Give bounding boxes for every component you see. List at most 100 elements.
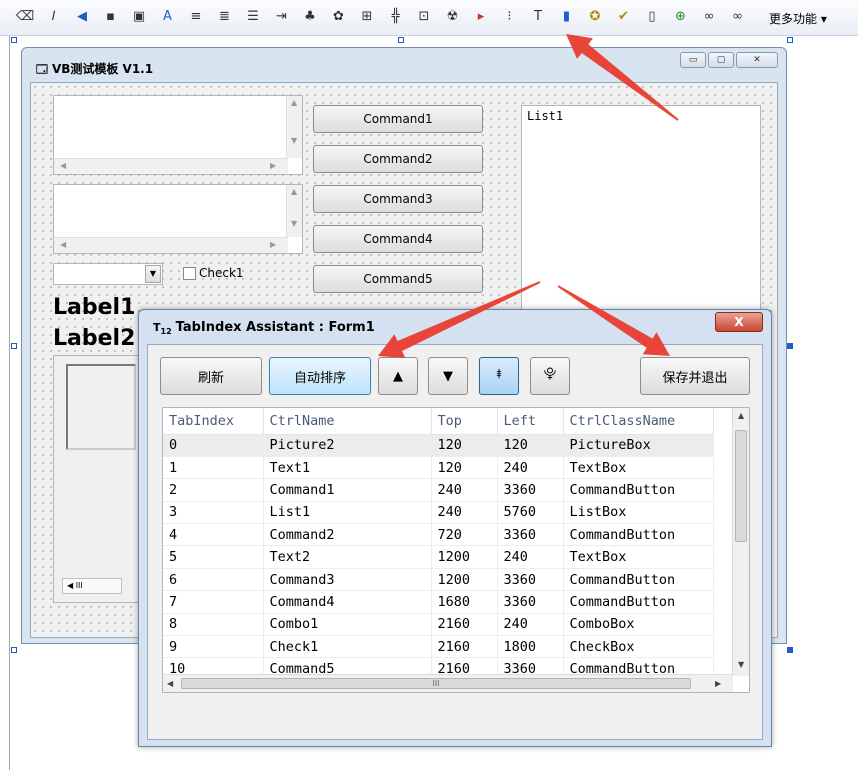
scroll-thumb[interactable]: III xyxy=(181,678,691,689)
tree-icon[interactable]: ♣ xyxy=(301,8,319,26)
scroll-thumb[interactable] xyxy=(735,430,747,542)
document-icon[interactable]: ▯ xyxy=(643,8,661,26)
grid-vertical-scrollbar[interactable]: ▲ ▼ xyxy=(732,408,749,676)
tabindex-grid[interactable]: TabIndex CtrlName Top Left CtrlClassName… xyxy=(162,407,750,693)
folder-star-icon[interactable]: ✪ xyxy=(586,8,604,26)
tabindex-icon[interactable]: T xyxy=(529,8,547,26)
selection-handle[interactable] xyxy=(11,647,17,653)
selection-handle[interactable] xyxy=(11,37,17,43)
grid-icon[interactable]: ⊞ xyxy=(358,8,376,26)
move-top-button[interactable]: ⯒ xyxy=(479,357,519,395)
command3-button[interactable]: Command3 xyxy=(313,185,483,213)
crosshair-icon[interactable]: ╬ xyxy=(387,8,405,26)
chevron-down-icon[interactable]: ▼ xyxy=(145,265,161,283)
play-icon[interactable]: ▸ xyxy=(472,8,490,26)
close-button[interactable]: ✕ xyxy=(736,52,778,68)
column-header[interactable]: CtrlName xyxy=(263,408,432,435)
column-header[interactable]: TabIndex xyxy=(163,408,264,435)
align-icon[interactable]: ≡ xyxy=(187,8,205,26)
debug-icon[interactable]: ☢ xyxy=(444,8,462,26)
more-functions-menu[interactable]: 更多功能 ▾ xyxy=(769,10,827,27)
table-row[interactable]: 8 Combo1 2160 240 ComboBox xyxy=(163,613,714,637)
table-cell: 2160 xyxy=(431,635,498,659)
table-cell: 3360 xyxy=(497,568,564,592)
table-row[interactable]: 3 List1 240 5760 ListBox xyxy=(163,501,714,525)
command2-button[interactable]: Command2 xyxy=(313,145,483,173)
minimize-button[interactable]: ▭ xyxy=(680,52,706,68)
table-cell: 8 xyxy=(163,613,264,637)
grid-horizontal-scrollbar[interactable]: ◀ III ▶ xyxy=(163,674,733,692)
command1-button[interactable]: Command1 xyxy=(313,105,483,133)
column-header[interactable]: CtrlClassName xyxy=(563,408,714,435)
move-up-button[interactable]: ▲ xyxy=(378,357,418,395)
selection-handle[interactable] xyxy=(11,343,17,349)
left-rail xyxy=(0,36,10,770)
tabindex-icon: T12 xyxy=(153,321,172,337)
binoculars-2-icon[interactable]: ∞ xyxy=(729,8,747,26)
list-icon[interactable]: ☰ xyxy=(244,8,262,26)
add-document-icon[interactable]: ⊕ xyxy=(672,8,690,26)
selection-handle[interactable] xyxy=(398,37,404,43)
save-all-icon[interactable]: ▣ xyxy=(130,8,148,26)
italic-icon[interactable]: 𝐼 xyxy=(45,8,63,26)
toolbar: ⌫ 𝐼 ◀ ▪ ▣ A ≡ ≣ ☰ ⇥ ♣ ✿ ⊞ ╬ ⊡ ☢ ▸ ⁝ T ▮ ✪ ✔ ▯ ⊕ ∞ ∞ 更多功能 ▾ xyxy=(0,0,858,36)
refresh-button[interactable]: 刷新 xyxy=(160,357,262,395)
bookmark-icon[interactable]: ▮ xyxy=(558,8,576,26)
table-cell: 9 xyxy=(163,635,264,659)
frame-icon[interactable]: ⊡ xyxy=(415,8,433,26)
folder-check-icon[interactable]: ✔ xyxy=(615,8,633,26)
table-row[interactable]: 2 Command1 240 3360 CommandButton xyxy=(163,478,714,502)
eraser-icon[interactable]: ⌫ xyxy=(16,8,34,26)
maximize-button[interactable]: ▢ xyxy=(708,52,734,68)
dialog-close-button[interactable]: X xyxy=(715,312,763,332)
save-and-exit-button[interactable]: 保存并退出 xyxy=(640,357,750,395)
combo1-combobox[interactable]: ▼ xyxy=(53,263,163,285)
table-cell: 7 xyxy=(163,590,264,614)
check1-checkbox[interactable]: Check1 xyxy=(183,266,244,280)
table-row[interactable]: 1 Text1 120 240 TextBox xyxy=(163,456,714,480)
table-cell: 240 xyxy=(497,613,564,637)
vs-logo-icon[interactable]: ◀ xyxy=(73,8,91,26)
form-icon: 🗔 xyxy=(36,63,48,76)
form-title: 🗔 VB测试模板 V1.1 xyxy=(36,62,154,76)
component-icon[interactable]: ✿ xyxy=(330,8,348,26)
selection-handle[interactable] xyxy=(787,37,793,43)
table-cell: 1 xyxy=(163,456,264,480)
table-cell: 5760 xyxy=(497,501,564,525)
column-header[interactable]: Left xyxy=(497,408,564,435)
table-row[interactable]: 0 Picture2 120 120 PictureBox xyxy=(163,434,714,457)
auto-sort-button[interactable]: 自动排序 xyxy=(269,357,371,395)
ai-icon[interactable]: A xyxy=(159,8,177,26)
table-cell: 240 xyxy=(497,456,564,480)
table-cell: 3 xyxy=(163,501,264,525)
table-cell: 120 xyxy=(431,456,498,480)
table-cell: ListBox xyxy=(563,501,714,525)
binoculars-icon[interactable]: ∞ xyxy=(700,8,718,26)
selection-handle[interactable] xyxy=(787,343,793,349)
move-bottom-button[interactable]: ⯓ xyxy=(530,357,570,395)
table-cell: 4 xyxy=(163,523,264,547)
table-cell: 0 xyxy=(163,434,264,457)
table-cell: 5 xyxy=(163,545,264,569)
command5-button[interactable]: Command5 xyxy=(313,265,483,293)
text2-textbox[interactable]: ▲ ▼ ◀ ▶ xyxy=(53,184,303,254)
save-icon[interactable]: ▪ xyxy=(102,8,120,26)
table-row[interactable]: 5 Text2 1200 240 TextBox xyxy=(163,545,714,569)
selection-handle[interactable] xyxy=(787,647,793,653)
picture-hscroll[interactable]: ◀ ⅠⅠⅠ xyxy=(62,578,122,594)
table-cell: CommandButton xyxy=(563,523,714,547)
align-2-icon[interactable]: ≣ xyxy=(216,8,234,26)
checkbox-box[interactable] xyxy=(183,266,196,280)
table-row[interactable]: 4 Command2 720 3360 CommandButton xyxy=(163,523,714,547)
table-cell: 1200 xyxy=(431,568,498,592)
text1-textbox[interactable]: ▲ ▼ ◀ ▶ xyxy=(53,95,303,175)
move-down-button[interactable]: ▼ xyxy=(428,357,468,395)
indent-icon[interactable]: ⇥ xyxy=(273,8,291,26)
command4-button[interactable]: Command4 xyxy=(313,225,483,253)
picture2-picturebox[interactable]: ◀ ⅠⅠⅠ xyxy=(53,355,143,603)
table-row[interactable]: 7 Command4 1680 3360 CommandButton xyxy=(163,590,714,614)
table-row[interactable]: 9 Check1 2160 1800 CheckBox xyxy=(163,635,714,659)
column-header[interactable]: Top xyxy=(431,408,498,435)
table-row[interactable]: 6 Command3 1200 3360 CommandButton xyxy=(163,568,714,592)
tabindex-list-icon[interactable]: ⁝ xyxy=(501,8,519,26)
